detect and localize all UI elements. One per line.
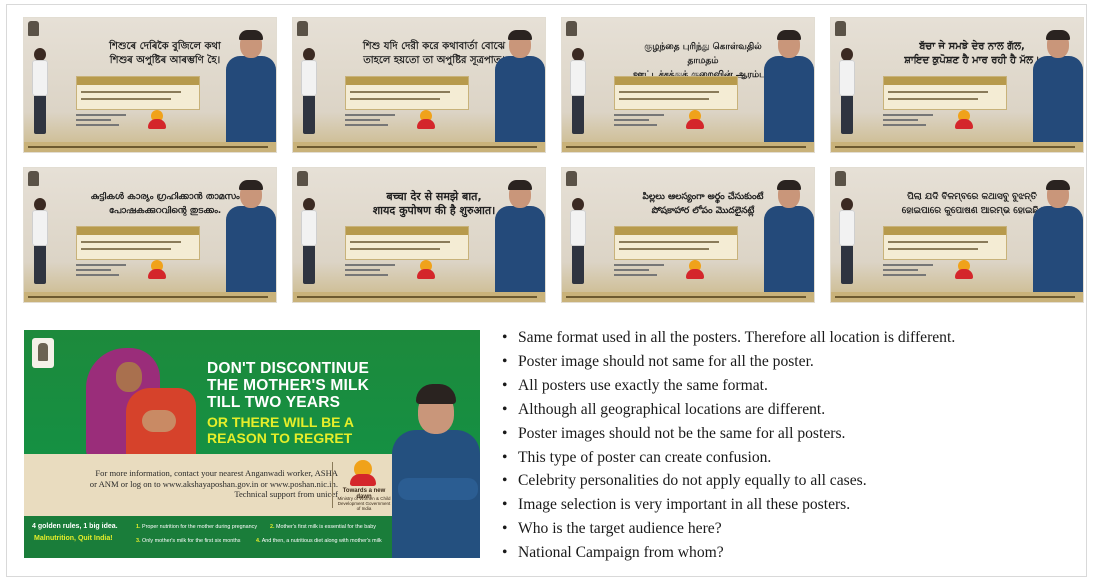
- emblem-icon: [566, 171, 577, 186]
- girl-figure: [299, 198, 319, 288]
- campaign-logo-icon: [144, 260, 170, 284]
- poster-punjabi: ਬੱਚਾ ਜੇ ਸਮਝੇ ਦੇਰ ਨਾਲ ਗੱਲ, ਸ਼ਾਇਦ ਕੁਪੋਸ਼ਣ …: [831, 18, 1083, 152]
- girl-figure: [30, 48, 50, 138]
- poster-headline: పిల్లలు ఆలస్యంగా అర్థం చేసుకుంటే పోషకాహా…: [642, 192, 764, 216]
- poster-footer: [24, 292, 276, 302]
- breastfeeding-poster: DON'T DISCONTINUE THE MOTHER'S MILK TILL…: [24, 330, 480, 558]
- rule-item: 4. And then, a nutritious diet along wit…: [256, 538, 382, 544]
- mother-figure: [72, 348, 202, 468]
- poster-headline: শিশুৰে দেৰিকৈ বুজিলে কথা শিশুৰ অপুষ্টিৰ …: [109, 41, 221, 66]
- list-item: All posters use exactly the same format.: [500, 374, 1080, 398]
- tagline: 4 golden rules, 1 big idea.: [32, 523, 118, 530]
- poster-footer: [562, 142, 814, 152]
- celebrity-figure: [764, 30, 814, 152]
- info-text: For more information, contact your neare…: [89, 468, 338, 499]
- poster-infobox: [614, 76, 738, 110]
- poster-odia: ପିଲା ଯଦି ବିଳମ୍ବରେ କଥାସବୁ ବୁଝନ୍ତି ହୋଇପାରେ…: [831, 168, 1083, 302]
- poster-malayalam: കുട്ടികൾ കാര്യം ഗ്രഹിക്കാൻ താമസം പോഷകക്ക…: [24, 168, 276, 302]
- list-item: Who is the target audience here?: [500, 517, 1080, 541]
- poster-infobox: [76, 76, 200, 110]
- poster-infobox: [345, 226, 469, 260]
- celebrity-figure: [1033, 180, 1083, 302]
- poster-footer: [293, 292, 545, 302]
- poster-headline: बच्चा देर से समझे बात, शायद कुपोषण की है…: [372, 190, 496, 217]
- poster-smalltext: [883, 114, 933, 129]
- poster-hindi: बच्चा देर से समझे बात, शायद कुपोषण की है…: [293, 168, 545, 302]
- rule-item: 2. Mother's first milk is essential for …: [270, 524, 376, 530]
- poster-infobox: [614, 226, 738, 260]
- celebrity-figure: [495, 30, 545, 152]
- campaign-logo-icon: [682, 260, 708, 284]
- emblem-icon: [28, 21, 39, 36]
- poster-infobox: [76, 226, 200, 260]
- girl-figure: [30, 198, 50, 288]
- campaign-logo-icon: [413, 260, 439, 284]
- celebrity-figure: [495, 180, 545, 302]
- emblem-icon: [28, 171, 39, 186]
- rule-item: 3. Only mother's milk for the first six …: [136, 538, 241, 544]
- celebrity-figure: [764, 180, 814, 302]
- poster-infobox: [345, 76, 469, 110]
- emblem-icon: [566, 21, 577, 36]
- emblem-icon: [297, 171, 308, 186]
- emblem-icon: [835, 21, 846, 36]
- list-item: Poster image should not same for all the…: [500, 350, 1080, 374]
- girl-figure: [299, 48, 319, 138]
- list-item: Poster images should not be the same for…: [500, 422, 1080, 446]
- list-item: This type of poster can create confusion…: [500, 446, 1080, 470]
- poster-headline: കുട്ടികൾ കാര്യം ഗ്രഹിക്കാൻ താമസം പോഷകക്ക…: [90, 192, 240, 216]
- girl-figure: [568, 198, 588, 288]
- celebrity-figure: [226, 30, 276, 152]
- campaign-logo-icon: [951, 110, 977, 134]
- list-item: Same format used in all the posters. The…: [500, 326, 1080, 350]
- poster-smalltext: [883, 264, 933, 279]
- observations-list: Same format used in all the posters. The…: [500, 326, 1080, 565]
- poster-headline: ਬੱਚਾ ਜੇ ਸਮਝੇ ਦੇਰ ਨਾਲ ਗੱਲ, ਸ਼ਾਇਦ ਕੁਪੋਸ਼ਣ …: [904, 41, 1040, 66]
- emblem-icon: [32, 338, 54, 368]
- poster-smalltext: [614, 264, 664, 279]
- poster-footer: [831, 142, 1083, 152]
- list-item: National Campaign from whom?: [500, 541, 1080, 565]
- poster-smalltext: [345, 114, 395, 129]
- poster-footer: [831, 292, 1083, 302]
- logo-subtitle: Ministry of Women & Child Development Go…: [337, 496, 391, 511]
- celebrity-figure: [226, 180, 276, 302]
- poster-footer: [24, 142, 276, 152]
- girl-figure: [837, 48, 857, 138]
- celebrity-figure: [1033, 30, 1083, 152]
- poster-headline: ପିଲା ଯଦି ବିଳମ୍ବରେ କଥାସବୁ ବୁଝନ୍ତି ହୋଇପାରେ…: [901, 192, 1043, 216]
- poster-telugu: పిల్లలు ఆలస్యంగా అర్థం చేసుకుంటే పోషకాహా…: [562, 168, 814, 302]
- campaign-logo-icon: [682, 110, 708, 134]
- list-item: Image selection is very important in all…: [500, 493, 1080, 517]
- poster-assamese: শিশুৰে দেৰিকৈ বুজিলে কথা শিশুৰ অপুষ্টিৰ …: [24, 18, 276, 152]
- poster-footer: [293, 142, 545, 152]
- campaign-logo-icon: [144, 110, 170, 134]
- emblem-icon: [835, 171, 846, 186]
- divider: [332, 462, 333, 508]
- poster-smalltext: [76, 264, 126, 279]
- campaign-logo-icon: Towards a new dawn Ministry of Women & C…: [336, 460, 392, 511]
- poster-headline: DON'T DISCONTINUE THE MOTHER'S MILK TILL…: [207, 360, 370, 411]
- poster-smalltext: [614, 114, 664, 129]
- celebrity-figure: [388, 378, 480, 558]
- poster-footer: [562, 292, 814, 302]
- girl-figure: [568, 48, 588, 138]
- list-item: Celebrity personalities do not apply equ…: [500, 469, 1080, 493]
- poster-smalltext: [76, 114, 126, 129]
- poster-smalltext: [345, 264, 395, 279]
- poster-tamil: குழந்தை புரிந்து கொள்வதில் தாமதம் ஊட்டச்…: [562, 18, 814, 152]
- poster-infobox: [883, 76, 1007, 110]
- emblem-icon: [297, 21, 308, 36]
- campaign-logo-icon: [951, 260, 977, 284]
- poster-bengali: শিশু যদি দেরী করে কথাবার্তা বোঝে তাহলে হ…: [293, 18, 545, 152]
- tagline-secondary: Malnutrition, Quit India!: [34, 535, 113, 542]
- poster-subheadline: OR THERE WILL BE A REASON TO REGRET: [207, 414, 354, 446]
- campaign-logo-icon: [413, 110, 439, 134]
- girl-figure: [837, 198, 857, 288]
- rule-item: 1. Proper nutrition for the mother durin…: [136, 524, 258, 530]
- list-item: Although all geographical locations are …: [500, 398, 1080, 422]
- poster-headline: শিশু যদি দেরী করে কথাবার্তা বোঝে তাহলে হ…: [362, 41, 506, 66]
- poster-infobox: [883, 226, 1007, 260]
